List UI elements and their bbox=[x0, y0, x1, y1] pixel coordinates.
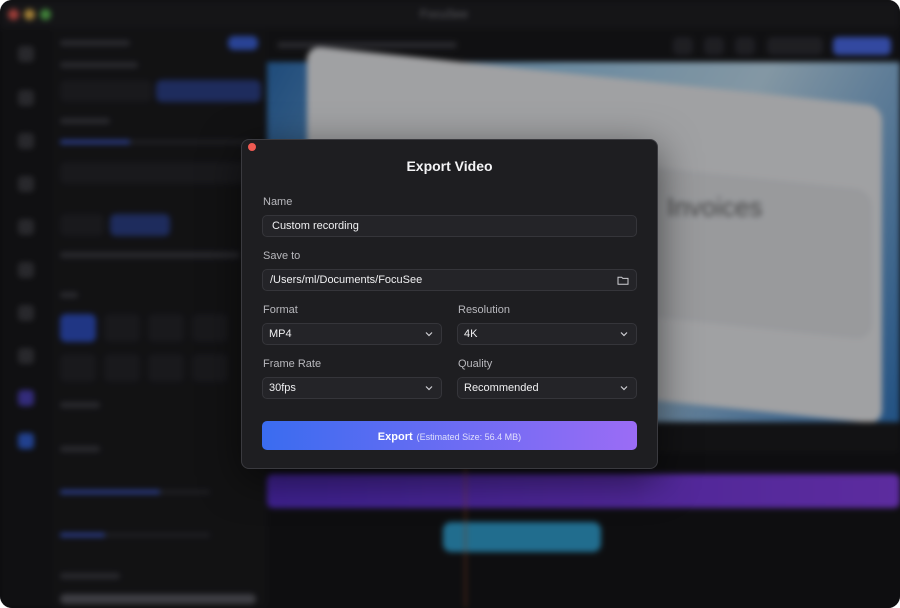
format-label: Format bbox=[263, 304, 298, 316]
name-label: Name bbox=[263, 196, 293, 208]
quality-select[interactable]: Recommended bbox=[457, 377, 637, 399]
format-value: MP4 bbox=[269, 328, 292, 340]
export-button-label: Export bbox=[377, 431, 413, 443]
chevron-down-icon bbox=[425, 332, 433, 337]
chevron-down-icon bbox=[620, 332, 628, 337]
chevron-down-icon bbox=[425, 386, 433, 391]
format-select[interactable]: MP4 bbox=[262, 323, 442, 345]
save-to-label: Save to bbox=[263, 250, 301, 262]
quality-label: Quality bbox=[458, 358, 493, 370]
quality-value: Recommended bbox=[464, 382, 539, 394]
export-button[interactable]: Export (Estimated Size: 56.4 MB) bbox=[262, 421, 637, 450]
export-dialog: Export Video Name Custom recording Save … bbox=[241, 139, 658, 469]
dialog-close-button[interactable] bbox=[248, 143, 256, 151]
save-to-field[interactable]: /Users/ml/Documents/FocuSee bbox=[262, 269, 637, 291]
chevron-down-icon bbox=[620, 386, 628, 391]
frame-rate-label: Frame Rate bbox=[263, 358, 322, 370]
estimated-size: (Estimated Size: 56.4 MB) bbox=[416, 432, 522, 442]
save-path: /Users/ml/Documents/FocuSee bbox=[270, 274, 423, 286]
resolution-select[interactable]: 4K bbox=[457, 323, 637, 345]
app-window: FocuSee Invoices Export Video Name Custo… bbox=[0, 0, 900, 608]
dialog-title: Export Video bbox=[406, 158, 493, 174]
name-value: Custom recording bbox=[272, 220, 359, 232]
folder-icon[interactable] bbox=[617, 274, 629, 286]
resolution-label: Resolution bbox=[458, 304, 510, 316]
resolution-value: 4K bbox=[464, 328, 478, 340]
name-input[interactable]: Custom recording bbox=[262, 215, 637, 237]
frame-rate-select[interactable]: 30fps bbox=[262, 377, 442, 399]
frame-rate-value: 30fps bbox=[269, 382, 296, 394]
